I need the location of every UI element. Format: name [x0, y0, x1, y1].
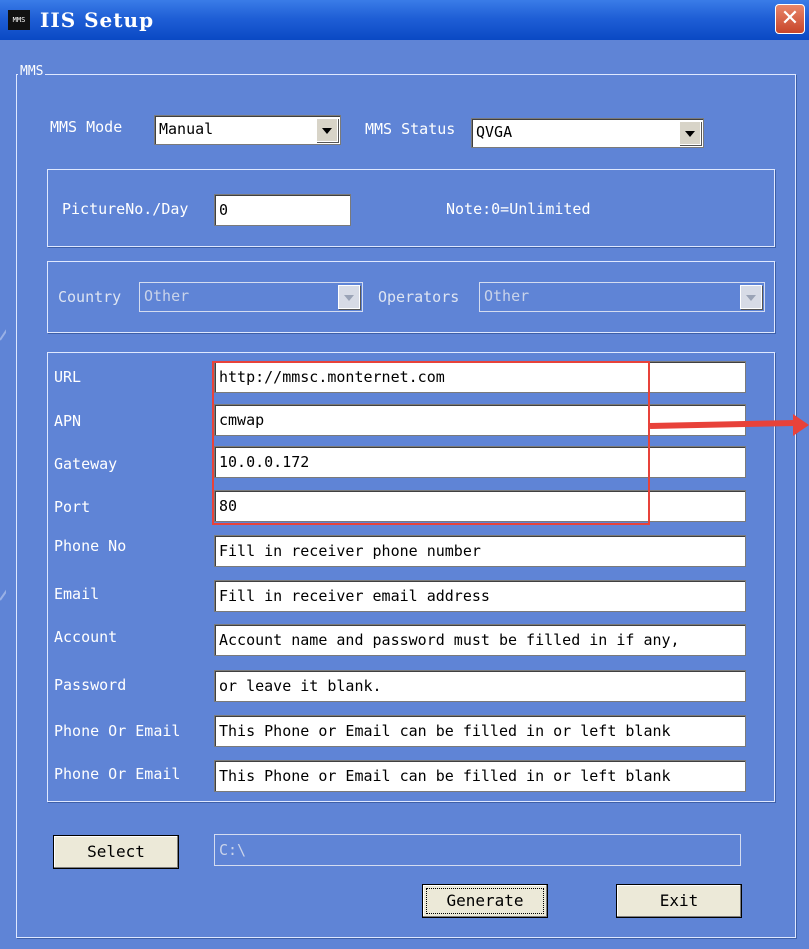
mms-mode-select[interactable]: Manual	[154, 115, 341, 145]
close-button[interactable]: ✕	[775, 4, 805, 34]
phone-or-email-input-2[interactable]: This Phone or Email can be filled in or …	[214, 760, 746, 792]
country-select[interactable]: Other	[139, 282, 363, 312]
exit-button[interactable]: Exit	[616, 884, 742, 918]
picture-note: Note:0=Unlimited	[446, 200, 591, 218]
arrow-right-icon	[793, 414, 809, 436]
title-bar[interactable]: MMS IIS Setup ✕	[0, 0, 809, 40]
mms-status-label: MMS Status	[365, 120, 456, 138]
account-label: Account	[54, 628, 118, 646]
email-label: Email	[54, 585, 100, 603]
port-label: Port	[54, 498, 91, 516]
operators-select[interactable]: Other	[479, 282, 765, 312]
path-input[interactable]: C:\	[214, 834, 741, 866]
gateway-label: Gateway	[54, 455, 118, 473]
apn-input[interactable]: cmwap	[214, 404, 746, 436]
generate-button[interactable]: Generate	[422, 884, 548, 918]
country-label: Country	[58, 288, 122, 306]
phone-or-email-label-2: Phone Or Email	[54, 765, 181, 783]
picture-per-day-label: PictureNo./Day	[62, 200, 189, 218]
port-input[interactable]: 80	[214, 490, 746, 522]
chevron-down-icon[interactable]	[316, 118, 338, 142]
mms-status-select[interactable]: QVGA	[471, 118, 704, 148]
phone-no-input[interactable]: Fill in receiver phone number	[214, 535, 746, 567]
url-input[interactable]: http://mmsc.monternet.com	[214, 361, 746, 393]
picture-per-day-input[interactable]: 0	[214, 194, 351, 226]
country-value: Other	[144, 287, 190, 305]
mms-status-value: QVGA	[476, 123, 513, 141]
password-input[interactable]: or leave it blank.	[214, 670, 746, 702]
mms-group-legend: MMS	[18, 64, 46, 79]
url-label: URL	[54, 368, 82, 386]
phone-no-label: Phone No	[54, 537, 127, 555]
close-icon: ✕	[780, 6, 800, 31]
window-title: IIS Setup	[40, 8, 155, 32]
operators-label: Operators	[378, 288, 460, 306]
password-label: Password	[54, 676, 127, 694]
chevron-down-icon[interactable]	[338, 285, 360, 309]
account-input[interactable]: Account name and password must be filled…	[214, 624, 746, 656]
mms-mode-label: MMS Mode	[50, 118, 123, 136]
mms-setup-window: MMS IIS Setup ✕ MMS MMS Mode Manual MMS …	[0, 0, 809, 949]
gateway-input[interactable]: 10.0.0.172	[214, 446, 746, 478]
operators-value: Other	[484, 287, 530, 305]
apn-label: APN	[54, 412, 82, 430]
chevron-down-icon[interactable]	[679, 121, 701, 145]
app-icon: MMS	[8, 10, 30, 30]
mms-mode-value: Manual	[159, 120, 214, 138]
phone-or-email-input-1[interactable]: This Phone or Email can be filled in or …	[214, 715, 746, 747]
phone-or-email-label-1: Phone Or Email	[54, 722, 181, 740]
chevron-down-icon[interactable]	[740, 285, 762, 309]
select-button[interactable]: Select	[53, 835, 179, 869]
email-input[interactable]: Fill in receiver email address	[214, 580, 746, 612]
